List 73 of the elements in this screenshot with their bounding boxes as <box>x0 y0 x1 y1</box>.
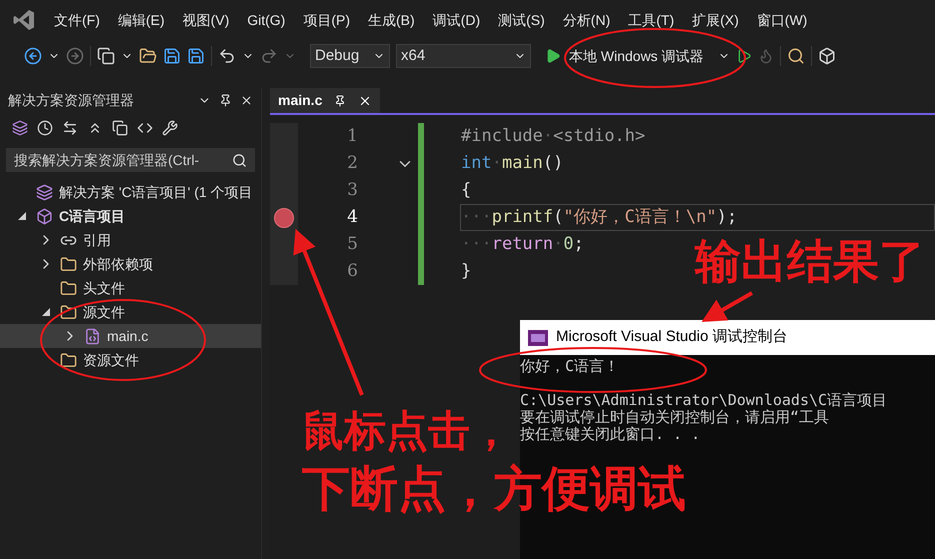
save-all-icon[interactable] <box>187 47 205 65</box>
expanded-triangle-icon[interactable] <box>17 211 27 221</box>
tree-item[interactable]: C语言项目 <box>0 204 261 228</box>
clock-icon[interactable] <box>37 120 53 136</box>
line-number: 3 <box>347 179 358 202</box>
line-number: 6 <box>347 260 358 283</box>
panel-title: 解决方案资源管理器 <box>8 90 135 110</box>
search-field[interactable]: 搜索解决方案资源管理器(Ctrl- <box>6 148 255 172</box>
c-file-icon <box>84 328 101 344</box>
menu-item[interactable]: 视图(V) <box>182 10 230 30</box>
console-app-icon <box>528 330 548 346</box>
annotation-text: 输出结果了 <box>695 234 925 289</box>
menu-item[interactable]: 文件(F) <box>54 10 100 30</box>
menu-item[interactable]: 窗口(W) <box>756 10 808 30</box>
line-number: 4 <box>347 206 358 229</box>
forward-icon[interactable] <box>66 47 84 65</box>
copy-icon[interactable] <box>112 120 128 136</box>
code-line: { <box>460 179 472 202</box>
configuration-dropdown[interactable]: Debug <box>310 44 390 68</box>
code-line: } <box>460 260 472 283</box>
console-message-line: 要在调试停止时自动关闭控制台，请启用“工具 <box>520 409 830 426</box>
back-icon[interactable] <box>24 47 42 65</box>
console-message-line: 按任意键关闭此窗口. . . <box>520 426 702 443</box>
code-line: int·main() <box>460 152 564 175</box>
open-folder-icon[interactable] <box>139 47 157 65</box>
annotation-text: 鼠标点击， <box>302 406 512 456</box>
new-item-icon[interactable] <box>97 47 115 65</box>
tree-item[interactable]: 引用 <box>0 228 261 252</box>
menu-item[interactable]: 编辑(E) <box>118 10 165 30</box>
sync-icon[interactable] <box>62 120 78 136</box>
tree-item[interactable]: 解决方案 'C语言项目' (1 个项目 <box>0 180 261 204</box>
platform-dropdown[interactable]: x64 <box>396 44 531 68</box>
annotation-arrow <box>702 291 753 322</box>
menu-item[interactable]: 分析(N) <box>562 10 610 30</box>
menu-item[interactable]: 项目(P) <box>303 10 350 30</box>
close-icon[interactable] <box>240 94 253 106</box>
run-debugger-button[interactable]: 本地 Windows 调试器 <box>537 44 712 68</box>
pin-icon[interactable] <box>219 94 232 106</box>
menu-item[interactable]: Git(G) <box>247 10 286 30</box>
console-title: Microsoft Visual Studio 调试控制台 <box>556 327 788 348</box>
pin-icon[interactable] <box>334 94 346 106</box>
play-icon <box>545 48 561 64</box>
code-line: #include·<stdio.h> <box>460 125 646 148</box>
undo-icon[interactable] <box>218 47 236 65</box>
start-without-debugging-icon[interactable] <box>736 48 752 64</box>
search-icon[interactable] <box>232 152 247 168</box>
tree-item[interactable]: main.c <box>0 324 261 348</box>
line-number: 1 <box>347 125 358 148</box>
console-message-line: C:\Users\Administrator\Downloads\C语言项目 <box>520 392 888 409</box>
expanded-triangle-icon[interactable] <box>41 307 51 317</box>
solution-view-icon[interactable] <box>12 120 28 136</box>
tree-item[interactable]: 资源文件 <box>0 348 261 372</box>
line-number: 2 <box>347 152 358 175</box>
solution-icon <box>36 184 53 200</box>
menu-item[interactable]: 扩展(X) <box>692 10 739 30</box>
tree-item[interactable]: 外部依赖项 <box>0 252 261 276</box>
tree-item[interactable]: 源文件 <box>0 300 261 324</box>
save-icon[interactable] <box>163 47 181 65</box>
menu-item[interactable]: 测试(S) <box>498 10 545 30</box>
project-icon <box>36 208 53 224</box>
console-output-line: 你好，C语言！ <box>520 358 620 375</box>
tree-item[interactable]: 头文件 <box>0 276 261 300</box>
editor-tab[interactable]: main.c <box>270 88 380 113</box>
annotation-text: 下断点，方便调试 <box>302 462 686 518</box>
line-number: 5 <box>347 233 358 256</box>
settings-icon[interactable] <box>162 120 178 136</box>
menu-item[interactable]: 调试(D) <box>432 10 480 30</box>
app-logo-icon <box>12 8 36 32</box>
redo-icon[interactable] <box>260 47 278 65</box>
menu-item[interactable]: 工具(T) <box>628 10 674 30</box>
folder-icon <box>60 256 77 272</box>
code-line: ···return·0; <box>460 233 585 256</box>
menu-item[interactable]: 生成(B) <box>368 10 415 30</box>
